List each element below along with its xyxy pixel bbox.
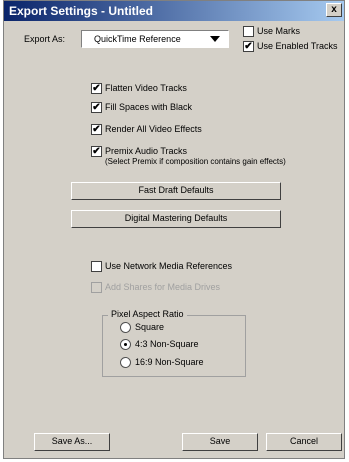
render-video-effects-checkbox[interactable]: ✔: [91, 124, 102, 135]
export-as-value: QuickTime Reference: [94, 34, 181, 44]
use-network-media-checkbox[interactable]: [91, 261, 102, 272]
use-enabled-tracks-checkbox[interactable]: ✔: [243, 41, 254, 52]
radio-4-3-non-square[interactable]: [120, 339, 131, 350]
flatten-video-tracks-checkbox[interactable]: ✔: [91, 83, 102, 94]
premix-note: (Select Premix if composition contains g…: [105, 157, 286, 166]
close-button[interactable]: x: [326, 3, 342, 17]
radio-4-3-label: 4:3 Non-Square: [135, 339, 199, 349]
radio-16-9-non-square[interactable]: [120, 357, 131, 368]
radio-selected-dot: [124, 343, 127, 346]
export-settings-dialog: Export Settings - Untitled x Export As: …: [3, 0, 345, 459]
save-button[interactable]: Save: [182, 433, 258, 451]
dialog-title: Export Settings - Untitled: [9, 4, 153, 18]
digital-mastering-defaults-button[interactable]: Digital Mastering Defaults: [71, 210, 281, 228]
add-shares-checkbox[interactable]: [91, 282, 102, 293]
fill-spaces-black-checkbox[interactable]: ✔: [91, 102, 102, 113]
cancel-button[interactable]: Cancel: [266, 433, 342, 451]
add-shares-label: Add Shares for Media Drives: [105, 282, 221, 292]
save-as-button[interactable]: Save As...: [34, 433, 110, 451]
premix-audio-tracks-checkbox[interactable]: ✔: [91, 146, 102, 157]
use-marks-checkbox[interactable]: [243, 26, 254, 37]
radio-square-label: Square: [135, 322, 165, 332]
use-network-media-label: Use Network Media References: [105, 261, 233, 271]
pixel-aspect-ratio-title: Pixel Aspect Ratio: [108, 309, 187, 319]
render-video-effects-label: Render All Video Effects: [105, 124, 202, 134]
fast-draft-defaults-button[interactable]: Fast Draft Defaults: [71, 182, 281, 200]
use-enabled-tracks-label: Use Enabled Tracks: [257, 41, 338, 51]
title-bar[interactable]: Export Settings - Untitled x: [4, 1, 344, 21]
premix-audio-tracks-label: Premix Audio Tracks: [105, 146, 188, 156]
radio-square[interactable]: [120, 322, 131, 333]
chevron-down-icon: [210, 36, 220, 42]
use-marks-label: Use Marks: [257, 26, 301, 36]
fill-spaces-black-label: Fill Spaces with Black: [105, 102, 193, 112]
flatten-video-tracks-label: Flatten Video Tracks: [105, 83, 187, 93]
export-as-dropdown[interactable]: QuickTime Reference: [81, 30, 229, 48]
radio-16-9-label: 16:9 Non-Square: [135, 357, 204, 367]
export-as-label: Export As:: [24, 34, 66, 44]
